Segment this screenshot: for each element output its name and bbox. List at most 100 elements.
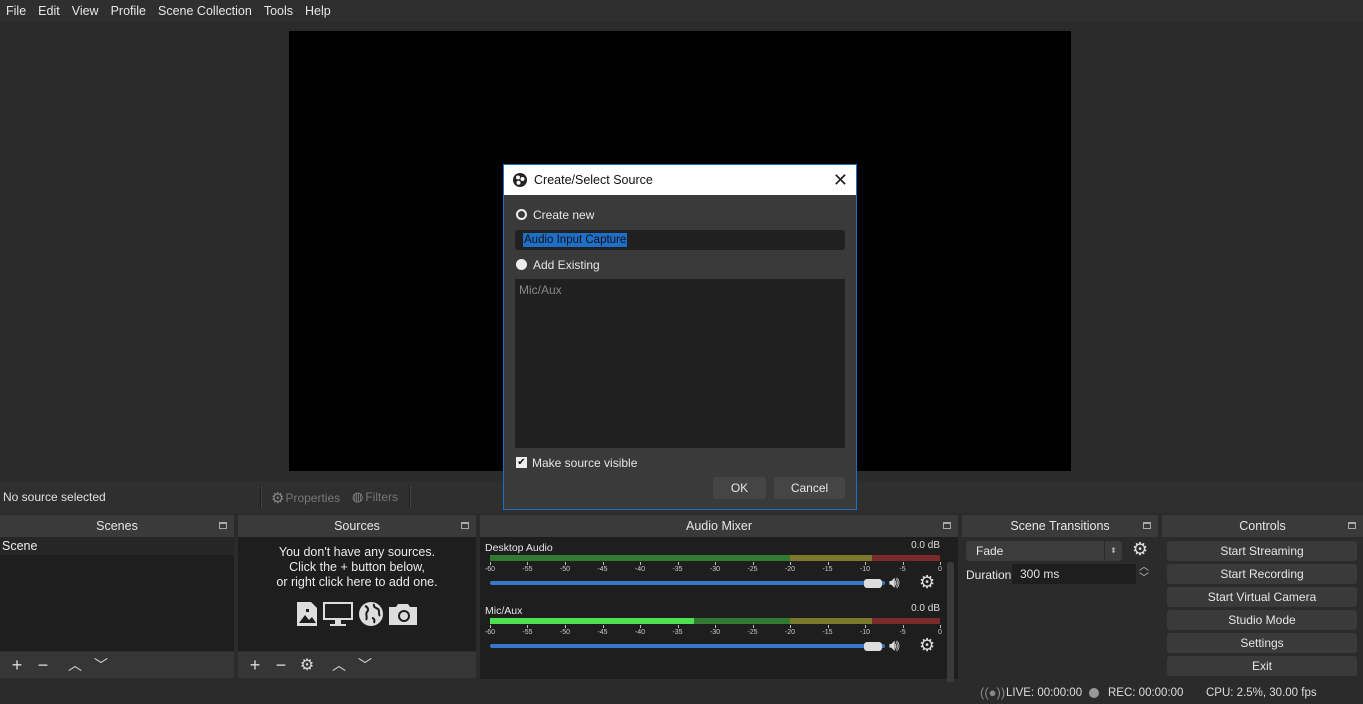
undock-icon[interactable] xyxy=(1348,522,1356,529)
menu-help[interactable]: Help xyxy=(299,4,337,18)
close-icon[interactable]: ✕ xyxy=(833,171,848,189)
meter-tick xyxy=(789,562,791,565)
existing-source-item[interactable]: Mic/Aux xyxy=(515,279,845,301)
scene-transitions-header: Scene Transitions xyxy=(962,515,1158,537)
gear-icon: ⚙ xyxy=(299,657,315,674)
undock-icon[interactable] xyxy=(219,522,227,529)
duration-input[interactable]: 300 ms xyxy=(1012,564,1136,584)
cancel-button[interactable]: Cancel xyxy=(774,477,845,499)
gear-icon[interactable]: ⚙ xyxy=(919,635,935,656)
sources-list[interactable]: You don't have any sources. Click the + … xyxy=(238,537,476,651)
add-scene-button[interactable]: + xyxy=(4,654,30,676)
duration-value: 300 ms xyxy=(1020,567,1060,581)
meter-tick-label: -20 xyxy=(784,566,796,573)
ok-button[interactable]: OK xyxy=(713,477,766,499)
live-broadcast-icon: ((●)) xyxy=(980,685,1006,700)
duration-spin-up[interactable]: ︿ xyxy=(1139,563,1149,573)
volume-slider[interactable] xyxy=(490,644,885,648)
source-name-input[interactable]: Audio Input Capture xyxy=(515,230,845,250)
menu-edit[interactable]: Edit xyxy=(32,4,66,18)
minus-icon: − xyxy=(37,654,49,675)
chevron-up-icon: ︿ xyxy=(332,657,346,673)
volume-slider[interactable] xyxy=(490,581,885,585)
record-dot-icon xyxy=(1089,688,1099,698)
speaker-icon[interactable]: 🔊︎ xyxy=(889,573,900,593)
settings-button[interactable]: Settings xyxy=(1167,633,1357,653)
meter-tick-label: -30 xyxy=(709,629,721,636)
filters-icon: ◍ xyxy=(352,489,364,504)
scenes-list[interactable]: Scene xyxy=(0,537,234,651)
dialog-titlebar: Create/Select Source ✕ xyxy=(504,165,856,195)
meter-tick-label: -15 xyxy=(822,629,833,636)
no-sources-line: You don't have any sources. xyxy=(278,545,436,559)
move-scene-up-button[interactable]: ︿ xyxy=(62,654,88,676)
no-sources-line: or right click here to add one. xyxy=(276,575,438,589)
source-properties-button[interactable]: ⚙ xyxy=(294,654,320,676)
menu-file[interactable]: File xyxy=(0,4,32,18)
volume-meter xyxy=(490,555,940,561)
gear-icon[interactable]: ⚙ xyxy=(919,572,935,593)
volume-meter xyxy=(490,618,940,624)
volume-slider-handle[interactable] xyxy=(864,642,882,651)
meter-tick xyxy=(940,562,941,565)
undock-icon[interactable] xyxy=(461,522,469,529)
chevron-down-icon: ﹀ xyxy=(94,657,108,673)
menu-tools[interactable]: Tools xyxy=(258,4,299,18)
remove-scene-button[interactable]: − xyxy=(30,654,56,676)
live-timer: LIVE: 00:00:00 xyxy=(1006,687,1083,699)
meter-tick xyxy=(940,625,941,628)
updown-icon: ⬍ xyxy=(1104,541,1122,561)
meter-tick xyxy=(789,625,791,628)
studio-mode-button[interactable]: Studio Mode xyxy=(1167,610,1357,630)
undock-icon[interactable] xyxy=(1143,522,1151,529)
meter-tick xyxy=(490,625,491,628)
menu-bar: File Edit View Profile Scene Collection … xyxy=(0,0,1363,21)
add-existing-radio[interactable] xyxy=(516,259,527,270)
filters-button[interactable]: ◍ Filters xyxy=(352,489,398,505)
transition-select[interactable]: Fade ⬍ xyxy=(966,541,1122,561)
controls-title: Controls xyxy=(1239,519,1286,533)
scenes-header: Scenes xyxy=(0,515,234,537)
start-streaming-button[interactable]: Start Streaming xyxy=(1167,541,1357,561)
meter-tick xyxy=(639,562,641,565)
make-visible-label: Make source visible xyxy=(532,456,638,470)
start-virtual-camera-button[interactable]: Start Virtual Camera xyxy=(1167,587,1357,607)
meter-tick-label: -20 xyxy=(784,629,796,636)
display-icon xyxy=(323,602,353,626)
chevron-up-icon: ︿ xyxy=(68,657,82,673)
meter-tick xyxy=(602,625,604,628)
move-source-down-button[interactable]: ﹀ xyxy=(352,654,378,676)
existing-sources-list[interactable]: Mic/Aux xyxy=(515,279,845,448)
menu-view[interactable]: View xyxy=(66,4,105,18)
start-recording-button[interactable]: Start Recording xyxy=(1167,564,1357,584)
sources-title: Sources xyxy=(334,519,380,533)
menu-scene-collection[interactable]: Scene Collection xyxy=(152,4,258,18)
remove-source-button[interactable]: − xyxy=(268,654,294,676)
properties-button[interactable]: ⚙ Properties xyxy=(271,489,340,507)
source-type-icons xyxy=(296,601,418,627)
create-new-radio[interactable] xyxy=(516,209,527,220)
undock-icon[interactable] xyxy=(943,522,951,529)
meter-tick xyxy=(677,562,679,565)
move-scene-down-button[interactable]: ﹀ xyxy=(88,654,114,676)
volume-slider-handle[interactable] xyxy=(864,579,882,588)
mixer-scrollbar[interactable] xyxy=(947,562,954,698)
controls-header: Controls xyxy=(1162,515,1363,537)
meter-tick xyxy=(677,625,679,628)
meter-tick-label: -50 xyxy=(559,629,571,636)
make-visible-checkbox[interactable]: ✔ xyxy=(516,457,527,468)
exit-button[interactable]: Exit xyxy=(1167,656,1357,676)
transition-properties-button[interactable]: ⚙ xyxy=(1132,539,1148,560)
mixer-channel-desktop-audio: Desktop Audio 0.0 dB -60 -55 -50 -45 -40 -35-… xyxy=(485,540,942,600)
meter-tick-label: -15 xyxy=(822,566,833,573)
add-source-button[interactable]: + xyxy=(242,654,268,676)
meter-tick-label: -45 xyxy=(597,629,608,636)
duration-spin-down[interactable]: ﹀ xyxy=(1139,574,1149,584)
speaker-icon[interactable]: 🔊︎ xyxy=(889,636,900,656)
move-source-up-button[interactable]: ︿ xyxy=(326,654,352,676)
scene-item[interactable]: Scene xyxy=(0,537,234,555)
meter-ticks: -60 -55 -50 -45 -40 -35 -30 -25 -20 -15 -10 -5 0 xyxy=(485,625,942,637)
meter-tick xyxy=(827,625,829,628)
audio-mixer-header: Audio Mixer xyxy=(480,515,958,537)
menu-profile[interactable]: Profile xyxy=(105,4,152,18)
